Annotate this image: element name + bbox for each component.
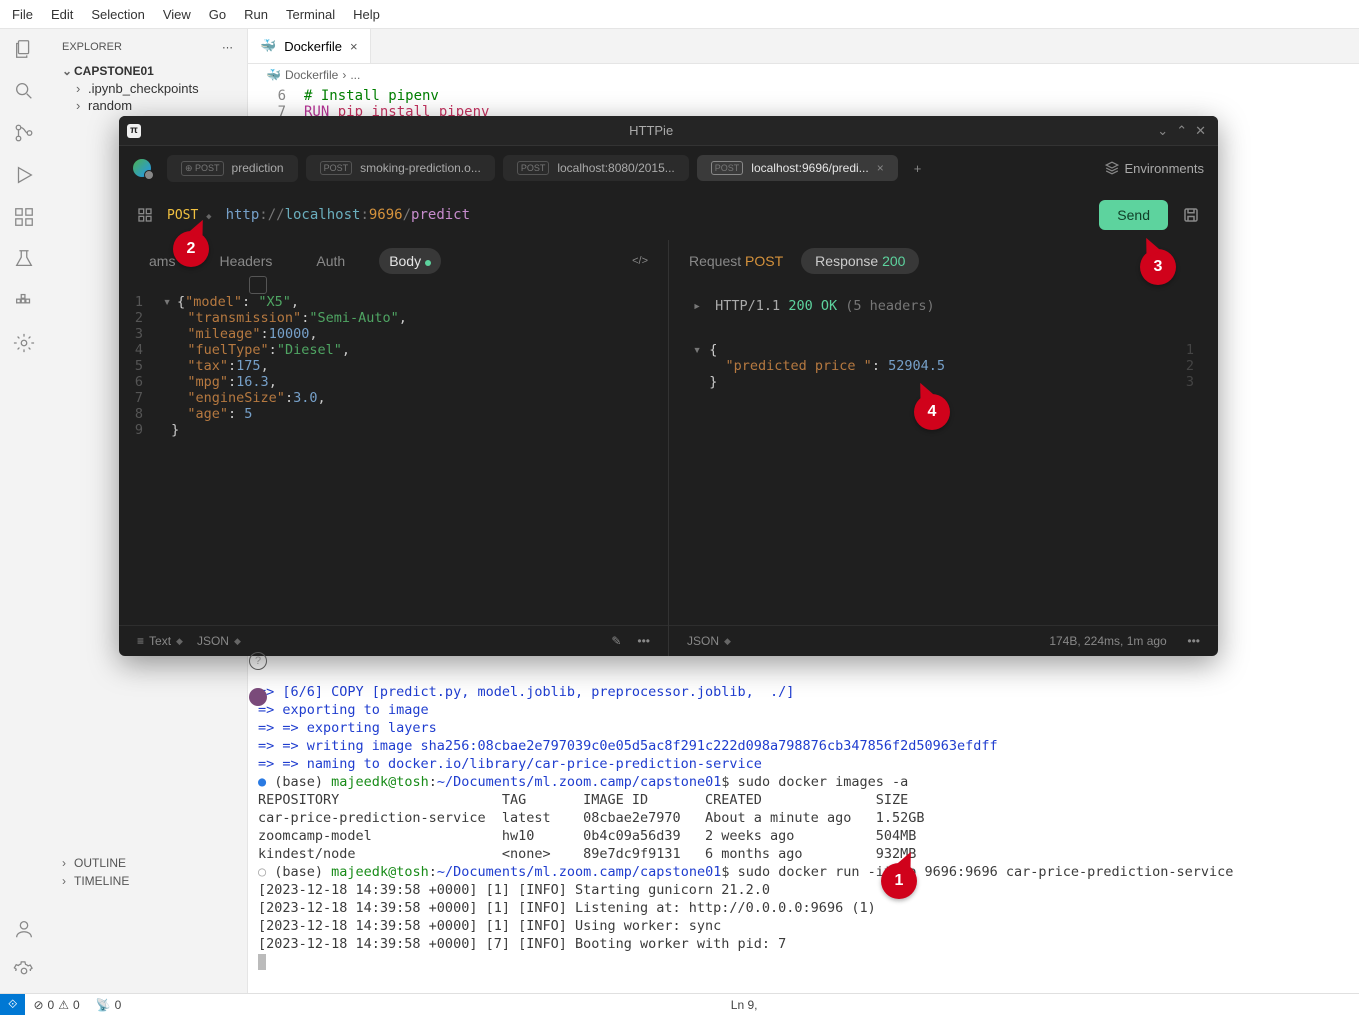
search-icon[interactable] [12, 79, 36, 103]
debug-icon[interactable] [12, 163, 36, 187]
user-avatar-icon[interactable] [249, 688, 267, 706]
tab-body[interactable]: Body [379, 248, 441, 274]
terminal-line: [2023-12-18 14:39:58 +0000] [1] [INFO] L… [258, 900, 876, 916]
folder-root[interactable]: ⌄CAPSTONE01 [48, 62, 247, 80]
httpie-grid-icon[interactable] [249, 276, 267, 294]
tab-headers[interactable]: Headers [209, 248, 282, 274]
terminal-line: [2023-12-18 14:39:58 +0000] [1] [INFO] U… [258, 918, 721, 934]
send-button[interactable]: Send [1099, 200, 1168, 230]
menubar: File Edit Selection View Go Run Terminal… [0, 0, 1359, 29]
docker-icon[interactable] [12, 289, 36, 313]
maximize-icon[interactable]: ⌃ [1172, 123, 1191, 139]
tree-item[interactable]: ›.ipynb_checkpoints [48, 80, 247, 97]
explorer-title: EXPLORER [62, 41, 122, 54]
terminal-panel[interactable]: => [6/6] COPY [predict.py, model.joblib,… [248, 661, 1359, 993]
terminal-prompt: ● (base) majeedk@tosh:~/Documents/ml.zoo… [258, 774, 908, 790]
menu-selection[interactable]: Selection [83, 4, 152, 25]
workspace-avatar-icon[interactable] [133, 159, 151, 177]
terminal-line: car-price-prediction-service latest 08cb… [258, 810, 924, 826]
terminal-line: => => writing image sha256:08cbae2e79703… [258, 738, 998, 754]
body-mode-select[interactable]: ≡ Text ◆ [137, 634, 183, 648]
files-icon[interactable] [12, 37, 36, 61]
terminal-line: => exporting to image [258, 702, 429, 718]
body-format-select[interactable]: JSON ◆ [197, 634, 241, 648]
terminal-line: kindest/node <none> 89e7dc9f9131 6 month… [258, 846, 916, 862]
activity-bar [0, 29, 48, 993]
tree-item[interactable]: ›random [48, 97, 247, 114]
settings-gear-icon[interactable] [12, 331, 36, 355]
annotation-3: 3 [1140, 249, 1176, 285]
terminal-prompt: ○ (base) majeedk@tosh:~/Documents/ml.zoo… [258, 864, 1233, 880]
manage-gear-icon[interactable] [12, 959, 36, 983]
request-body-editor[interactable]: 1▾{"model": "X5", 2 "transmission":"Semi… [119, 282, 668, 625]
outline-section[interactable]: ›OUTLINE [48, 854, 247, 872]
terminal-line: => [6/6] COPY [predict.py, model.joblib,… [258, 684, 794, 700]
tab-auth[interactable]: Auth [306, 248, 355, 274]
httpie-logo-icon: π [127, 124, 141, 138]
window-title: HTTPie [149, 123, 1153, 138]
close-tab-icon[interactable]: × [877, 161, 884, 175]
menu-edit[interactable]: Edit [43, 4, 81, 25]
status-cursor[interactable]: Ln 9, [129, 998, 1359, 1012]
save-icon[interactable] [1182, 206, 1200, 224]
request-tab[interactable]: ⊕ POSTprediction [167, 155, 298, 182]
code-toggle-icon[interactable]: </> [632, 255, 648, 267]
request-tab[interactable]: POSTlocalhost:8080/2015... [503, 155, 689, 181]
docker-file-icon: 🐳 [260, 38, 276, 54]
response-body: ▸ HTTP/1.1 200 OK (5 headers) 1▾ { 2 "pr… [669, 282, 1218, 625]
request-tab-active[interactable]: POSTlocalhost:9696/predi...× [697, 155, 898, 181]
status-bar: ⟐ ⊘0 ⚠0 📡0 Ln 9, [0, 993, 1359, 1015]
terminal-line: => => exporting layers [258, 720, 437, 736]
terminal-line: [2023-12-18 14:39:58 +0000] [7] [INFO] B… [258, 936, 786, 952]
collection-icon[interactable] [137, 207, 153, 223]
url-input[interactable]: http://localhost:9696/predict [226, 207, 1086, 223]
terminal-line: REPOSITORY TAG IMAGE ID CREATED SIZE [258, 792, 908, 808]
editor-tabs: 🐳 Dockerfile × [248, 29, 1359, 64]
status-ports[interactable]: 📡0 [88, 998, 130, 1012]
menu-file[interactable]: File [4, 4, 41, 25]
docker-file-icon: 🐳 [266, 68, 281, 82]
explorer-more-icon[interactable]: ⋯ [222, 41, 233, 54]
menu-run[interactable]: Run [236, 4, 276, 25]
close-icon[interactable]: × [350, 39, 358, 54]
wand-icon[interactable]: ✎ [611, 634, 623, 648]
annotation-4: 4 [914, 394, 950, 430]
menu-go[interactable]: Go [201, 4, 234, 25]
menu-view[interactable]: View [155, 4, 199, 25]
environments-button[interactable]: Environments [1105, 161, 1204, 176]
terminal-line: zoomcamp-model hw10 0b4c09a56d39 2 weeks… [258, 828, 916, 844]
beaker-icon[interactable] [12, 247, 36, 271]
httpie-window: π HTTPie ⌄ ⌃ ✕ ⊕ POSTprediction POSTsmok… [119, 116, 1218, 656]
tab-dockerfile[interactable]: 🐳 Dockerfile × [248, 29, 371, 63]
menu-terminal[interactable]: Terminal [278, 4, 343, 25]
source-control-icon[interactable] [12, 121, 36, 145]
response-format-select[interactable]: JSON ◆ [687, 634, 731, 648]
breadcrumb[interactable]: 🐳 Dockerfile›... [248, 64, 1359, 86]
timeline-section[interactable]: ›TIMELINE [48, 872, 247, 890]
annotation-2: 2 [173, 231, 209, 267]
help-icon[interactable]: ? [249, 652, 267, 670]
remote-indicator[interactable]: ⟐ [0, 994, 25, 1015]
status-problems[interactable]: ⊘0 ⚠0 [25, 998, 87, 1012]
close-icon[interactable]: ✕ [1191, 123, 1210, 139]
menu-help[interactable]: Help [345, 4, 388, 25]
terminal-line: [2023-12-18 14:39:58 +0000] [1] [INFO] S… [258, 882, 770, 898]
terminal-line: => => naming to docker.io/library/car-pr… [258, 756, 762, 772]
annotation-1: 1 [881, 863, 917, 899]
response-meta: 174B, 224ms, 1m ago [1049, 634, 1166, 648]
new-tab-icon[interactable]: + [906, 161, 930, 176]
account-icon[interactable] [12, 917, 36, 941]
minimize-icon[interactable]: ⌄ [1153, 123, 1172, 139]
extensions-icon[interactable] [12, 205, 36, 229]
response-tab[interactable]: Response 200 [801, 248, 919, 274]
more-icon[interactable]: ••• [1181, 634, 1200, 648]
request-tab[interactable]: POSTsmoking-prediction.o... [306, 155, 495, 181]
more-icon[interactable]: ••• [637, 634, 650, 648]
